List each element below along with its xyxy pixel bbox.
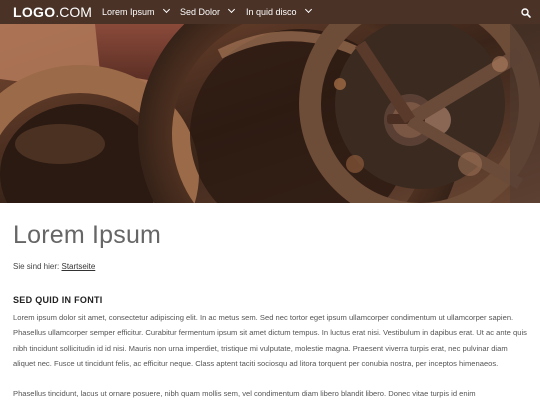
logo-main: LOGO: [13, 4, 56, 20]
page-title: Lorem Ipsum: [13, 221, 162, 249]
section-heading: SED QUID IN FONTI: [13, 295, 103, 305]
nav-item-label: Sed Dolor: [180, 7, 221, 17]
nav-item-sed-dolor[interactable]: Sed Dolor: [180, 0, 236, 24]
breadcrumb-prefix: Sie sind hier:: [13, 262, 60, 271]
nav-item-label: In quid disco: [246, 7, 297, 17]
chevron-down-icon: [162, 5, 170, 14]
chevron-down-icon: [227, 5, 236, 14]
breadcrumb: Sie sind hier: Startseite: [13, 262, 95, 271]
nav-item-in-quid-disco[interactable]: In quid disco: [246, 0, 312, 24]
body-paragraph: Lorem ipsum dolor sit amet, consectetur …: [13, 313, 527, 368]
logo-suffix: .COM: [55, 4, 92, 20]
chevron-down-icon: [304, 5, 312, 14]
site-logo[interactable]: LOGO.COM: [13, 3, 92, 21]
top-navigation-bar: LOGO.COM Lorem Ipsum Sed Dolor In quid d…: [0, 0, 540, 24]
breadcrumb-link-home[interactable]: Startseite: [61, 262, 95, 271]
nav-item-label: Lorem Ipsum: [102, 7, 155, 17]
body-paragraph: Phasellus tincidunt, lacus ut ornare pos…: [13, 389, 476, 398]
search-icon[interactable]: [520, 6, 532, 18]
nav-item-lorem-ipsum[interactable]: Lorem Ipsum: [102, 0, 170, 24]
hero-image: [0, 24, 540, 203]
